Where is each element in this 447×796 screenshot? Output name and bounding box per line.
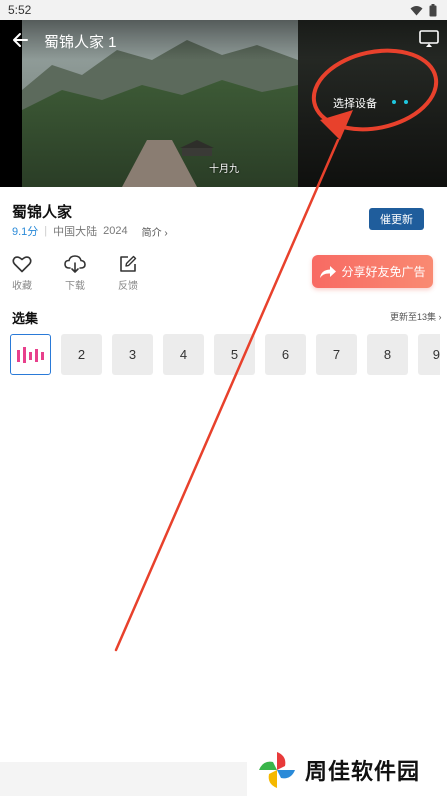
episode-list: 2 3 4 5 6 7 8 9 <box>10 334 440 375</box>
video-player[interactable]: 蜀锦人家 1 十月九 选择设备 <box>0 20 447 187</box>
share-arrow-icon <box>320 265 337 278</box>
drama-meta: 9.1分 | 中国大陆 2024 简介 › <box>12 223 168 239</box>
drama-year: 2024 <box>103 225 128 237</box>
collect-button[interactable]: 收藏 <box>2 255 42 292</box>
status-icons <box>410 4 437 17</box>
edit-icon <box>120 255 137 272</box>
download-label: 下载 <box>65 281 85 292</box>
loading-dot <box>392 100 396 104</box>
episode-item[interactable]: 4 <box>163 334 204 375</box>
update-info-link[interactable]: 更新至13集 › <box>390 310 442 323</box>
download-button[interactable]: 下载 <box>55 255 95 292</box>
feedback-button[interactable]: 反馈 <box>108 255 148 292</box>
drama-score: 9.1分 <box>12 226 39 238</box>
episode-item[interactable]: 7 <box>316 334 357 375</box>
bottom-bar <box>0 762 247 796</box>
video-subtitle: 十月九 <box>209 164 239 175</box>
loading-dot <box>404 100 408 104</box>
playing-bars-icon <box>16 346 44 363</box>
feedback-label: 反馈 <box>118 281 138 292</box>
episode-item[interactable]: 9 <box>418 334 440 375</box>
back-arrow-icon[interactable] <box>10 30 30 50</box>
urge-update-button[interactable]: 催更新 <box>369 208 424 230</box>
heart-icon <box>12 256 32 273</box>
episodes-title: 选集 <box>12 311 39 326</box>
status-time: 5:52 <box>8 3 32 17</box>
status-bar: 5:52 <box>0 0 447 20</box>
episode-item[interactable]: 2 <box>61 334 102 375</box>
watermark-text: 周佳软件园 <box>305 759 421 784</box>
pinwheel-logo-icon <box>259 752 295 788</box>
episode-1-playing[interactable] <box>10 334 51 375</box>
loading-dots <box>392 100 408 104</box>
intro-link[interactable]: 简介 › <box>142 224 168 239</box>
episode-item[interactable]: 5 <box>214 334 255 375</box>
player-title: 蜀锦人家 1 <box>44 34 117 51</box>
battery-icon <box>429 4 437 17</box>
device-select-label[interactable]: 选择设备 <box>333 95 377 111</box>
episode-item[interactable]: 8 <box>367 334 408 375</box>
drama-title: 蜀锦人家 <box>12 204 73 221</box>
collect-label: 收藏 <box>12 281 32 292</box>
cloud-download-icon <box>64 255 86 273</box>
wifi-icon <box>410 6 423 16</box>
share-label: 分享好友免广告 <box>341 265 426 279</box>
share-button[interactable]: 分享好友免广告 <box>312 255 433 288</box>
meta-divider: | <box>44 225 48 237</box>
watermark: 周佳软件园 <box>255 748 420 792</box>
drama-region: 中国大陆 <box>53 226 98 238</box>
cast-screen-icon[interactable] <box>419 30 439 48</box>
episode-item[interactable]: 6 <box>265 334 306 375</box>
episode-item[interactable]: 3 <box>112 334 153 375</box>
